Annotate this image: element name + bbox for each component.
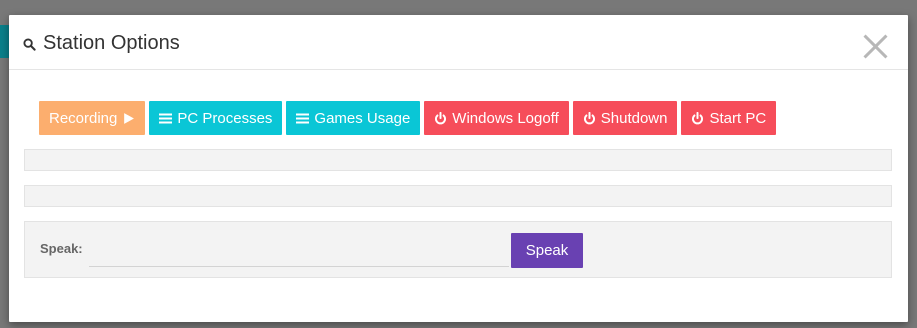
- speak-label: Speak:: [40, 241, 83, 256]
- search-icon: [23, 38, 36, 51]
- start-pc-button[interactable]: Start PC: [681, 101, 777, 135]
- speak-button[interactable]: Speak: [511, 233, 583, 268]
- games-usage-label: Games Usage: [314, 109, 411, 127]
- pc-processes-label: PC Processes: [177, 109, 273, 127]
- shutdown-button[interactable]: Shutdown: [572, 101, 678, 135]
- output-panel-2: [24, 185, 892, 207]
- recording-button[interactable]: Recording: [39, 101, 146, 135]
- station-actions: Recording PC Processes Games Usage Windo…: [39, 101, 777, 135]
- power-icon: [435, 111, 447, 124]
- power-icon: [583, 111, 595, 124]
- list-icon: [296, 113, 310, 123]
- power-icon: [692, 111, 704, 124]
- list-icon: [159, 113, 173, 123]
- close-icon[interactable]: [862, 33, 888, 59]
- speak-input[interactable]: [89, 235, 509, 267]
- games-usage-button[interactable]: Games Usage: [286, 101, 421, 135]
- shutdown-label: Shutdown: [600, 109, 668, 127]
- windows-logoff-label: Windows Logoff: [452, 109, 559, 127]
- pc-processes-button[interactable]: PC Processes: [149, 101, 283, 135]
- start-pc-label: Start PC: [709, 109, 767, 127]
- windows-logoff-button[interactable]: Windows Logoff: [424, 101, 569, 135]
- station-options-modal: Station Options Recording PC Processes G…: [9, 15, 908, 322]
- modal-header: Station Options: [9, 15, 908, 70]
- speak-panel: Speak: Speak: [24, 221, 892, 278]
- recording-label: Recording: [49, 109, 118, 127]
- modal-title-text: Station Options: [43, 31, 180, 54]
- play-icon: [124, 112, 135, 124]
- modal-title: Station Options: [23, 30, 180, 56]
- output-panel-1: [24, 149, 892, 171]
